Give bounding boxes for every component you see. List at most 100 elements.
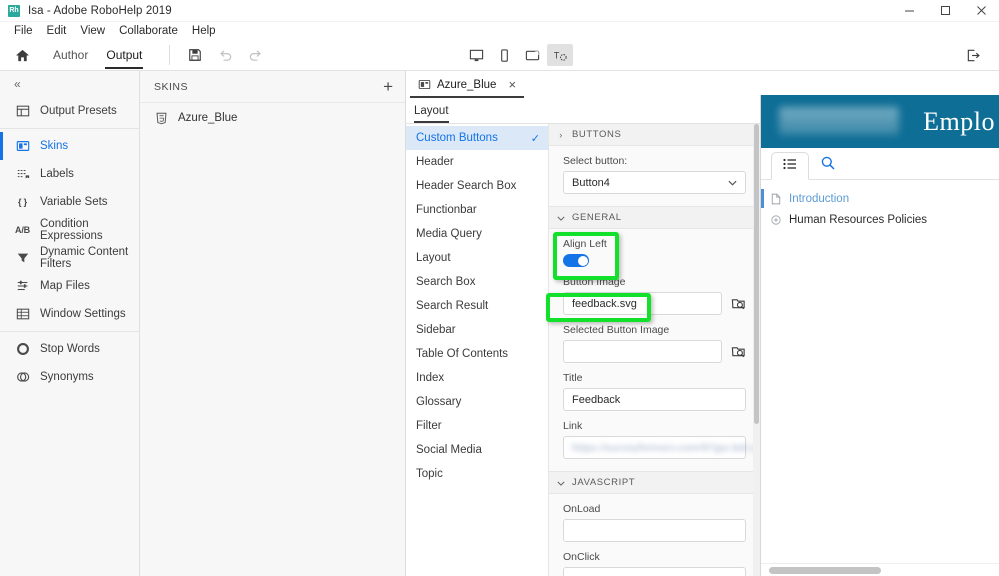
sidebar-item-window-settings[interactable]: Window Settings [0,300,139,328]
menu-help[interactable]: Help [185,22,223,40]
sidebar-item-label: Stop Words [40,343,100,355]
tab-author[interactable]: Author [44,40,97,71]
menu-file[interactable]: File [7,22,40,40]
synonyms-icon [14,369,31,386]
layout-item-label: Functionbar [416,204,477,216]
link-field: Link https://surveyformsrv.com/97gsr.bdr… [549,420,760,459]
expand-icon[interactable] [769,213,782,226]
skin-editor: Azure_Blue × Layout Custom Buttons ✓ Hea… [406,71,760,576]
publish-icon[interactable] [959,40,989,71]
onload-input[interactable] [563,519,746,542]
editor-tab-azure-blue[interactable]: Azure_Blue × [410,73,525,98]
mobile-preview-icon[interactable] [491,44,517,66]
minimize-button[interactable] [891,0,927,22]
browse-image-icon[interactable] [730,344,746,360]
list-item[interactable]: Azure_Blue [140,103,405,133]
layout-item-topic[interactable]: Topic [406,462,548,486]
tab-layout[interactable]: Layout [414,105,449,123]
onclick-input[interactable] [563,567,746,576]
chevron-down-icon [728,178,737,188]
tab-output[interactable]: Output [97,40,151,71]
scrollbar-thumb[interactable] [769,567,881,574]
layout-item-header-search-box[interactable]: Header Search Box [406,174,548,198]
sidebar-item-skins[interactable]: Skins [0,132,139,160]
selected-button-image-input[interactable] [563,340,722,363]
layout-item-table-of-contents[interactable]: Table Of Contents [406,342,548,366]
tablet-preview-icon[interactable] [519,44,545,66]
title-input[interactable]: Feedback [563,388,746,411]
layout-item-header[interactable]: Header [406,150,548,174]
sidebar-item-map-files[interactable]: Map Files [0,272,139,300]
layout-item-social-media[interactable]: Social Media [406,438,548,462]
sidebar-item-stop-words[interactable]: Stop Words [0,335,139,363]
sidebar-item-label: Labels [40,168,74,180]
sidebar-item-labels[interactable]: Labels [0,160,139,188]
link-input[interactable]: https://surveyformsrv.com/97gsr.bdr.xl [563,436,759,459]
select-button-dropdown[interactable]: Button4 [563,171,746,194]
home-icon[interactable] [0,48,44,63]
scrollbar-thumb[interactable] [754,124,759,424]
close-icon[interactable]: × [508,78,516,91]
undo-icon[interactable] [210,40,240,71]
link-value: https://surveyformsrv.com/97gsr.bdr.xl [572,441,760,454]
sidebar-item-dynamic-content-filters[interactable]: Dynamic Content Filters [0,244,139,272]
search-tab[interactable] [809,151,847,179]
sidebar-item-variable-sets[interactable]: { } Variable Sets [0,188,139,216]
menu-edit[interactable]: Edit [40,22,74,40]
list-item[interactable]: Introduction [761,188,999,209]
list-item[interactable]: Human Resources Policies [769,209,999,230]
layout-item-label: Search Result [416,300,489,312]
desktop-preview-icon[interactable] [463,44,489,66]
layout-item-glossary[interactable]: Glossary [406,390,548,414]
layout-item-sidebar[interactable]: Sidebar [406,318,548,342]
redo-icon[interactable] [240,40,270,71]
layout-item-media-query[interactable]: Media Query [406,222,548,246]
editor-tab-bar: Azure_Blue × [406,71,760,98]
layout-item-search-box[interactable]: Search Box [406,270,548,294]
align-left-toggle[interactable] [563,254,589,267]
preview-banner-title: Emplo [923,106,995,136]
check-icon: ✓ [530,132,540,145]
menu-collaborate[interactable]: Collaborate [112,22,185,40]
sidebar-item-condition-expressions[interactable]: A/B Condition Expressions [0,216,139,244]
layout-item-custom-buttons[interactable]: Custom Buttons ✓ [406,126,548,150]
chevron-down-icon [557,478,565,488]
properties-scrollbar[interactable] [753,124,760,576]
toc-node-label: Human Resources Policies [789,213,928,226]
menu-view[interactable]: View [73,22,112,40]
layout-item-label: Table Of Contents [416,348,509,360]
sidebar-item-synonyms[interactable]: Synonyms [0,363,139,391]
title-bar: Rh Isa - Adobe RoboHelp 2019 [0,0,999,22]
section-buttons[interactable]: › BUTTONS [549,124,760,146]
sidebar-item-output-presets[interactable]: Output Presets [0,97,139,125]
layout-item-index[interactable]: Index [406,366,548,390]
layout-item-label: Layout [416,252,451,264]
skin-preview: Emplo Introduction Human Resources Polic… [760,95,999,576]
layout-item-filter[interactable]: Filter [406,414,548,438]
layout-item-label: Topic [416,468,443,480]
html5-skin-icon [154,111,169,126]
layout-item-functionbar[interactable]: Functionbar [406,198,548,222]
layout-item-search-result[interactable]: Search Result [406,294,548,318]
window-title: Isa - Adobe RoboHelp 2019 [28,4,172,17]
section-javascript[interactable]: JAVASCRIPT [549,472,760,494]
add-skin-button[interactable]: + [383,78,393,95]
section-label: JAVASCRIPT [572,477,636,488]
browse-image-icon[interactable] [730,296,746,312]
toc-tab[interactable] [771,152,809,180]
text-settings-icon[interactable]: T [547,44,574,66]
save-icon[interactable] [180,40,210,71]
skins-icon [14,138,31,155]
layout-item-label: Media Query [416,228,482,240]
section-general[interactable]: GENERAL [549,207,760,229]
filter-icon [14,250,31,267]
company-logo-blurred [779,107,899,135]
preview-toc-tree: Introduction Human Resources Policies [761,180,999,230]
collapse-sidebar-button[interactable]: « [0,71,139,97]
button-image-input[interactable]: feedback.svg [563,292,722,315]
layout-item-layout[interactable]: Layout [406,246,548,270]
close-button[interactable] [963,0,999,22]
layout-item-label: Header [416,156,454,168]
maximize-button[interactable] [927,0,963,22]
preview-horizontal-scrollbar[interactable] [761,563,999,576]
